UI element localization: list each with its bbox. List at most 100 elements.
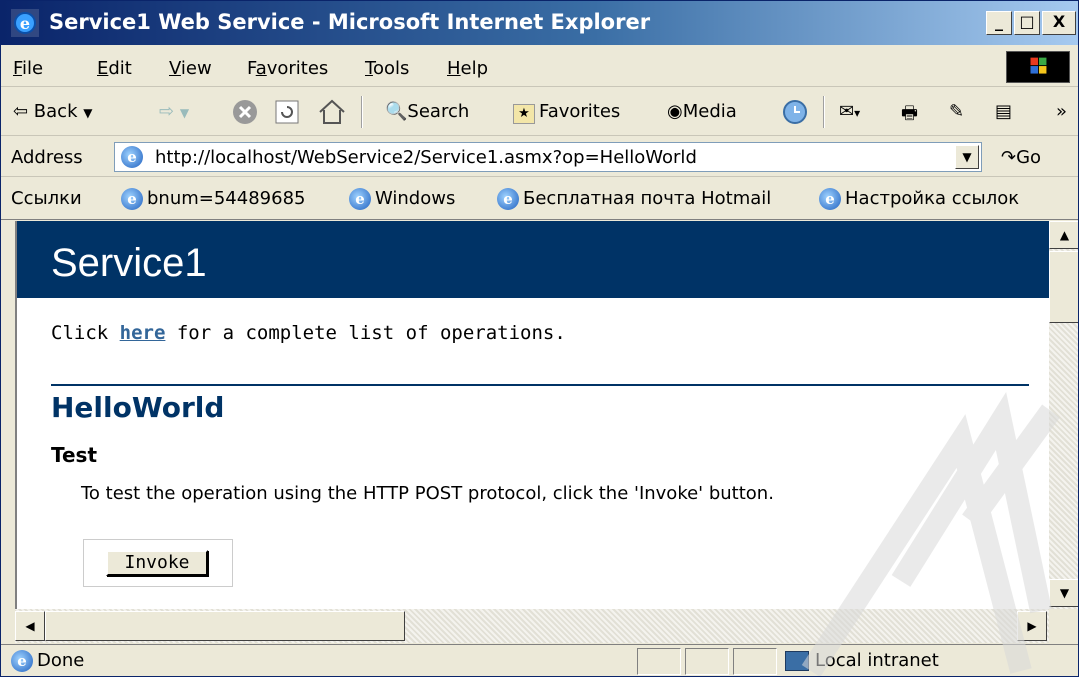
address-bar: Address e http://localhost/WebService2/S… — [1, 137, 1078, 177]
forward-arrow-icon: ⇨ — [159, 101, 175, 122]
home-icon[interactable] — [317, 98, 347, 126]
stop-icon[interactable] — [231, 98, 259, 126]
links-label: Ссылки — [11, 188, 82, 209]
discuss-icon[interactable]: ▤ — [995, 101, 1012, 122]
address-label: Address — [11, 147, 83, 168]
mail-icon: ✉ — [839, 101, 855, 122]
menu-favorites-pre: F — [247, 58, 256, 79]
title-bar[interactable]: e Service1 Web Service - Microsoft Inter… — [1, 1, 1078, 45]
ie-logo-icon: e — [11, 9, 39, 37]
horizontal-scrollbar[interactable]: ◀ ▶ — [15, 609, 1049, 643]
menu-favorites[interactable]: Favorites — [247, 58, 328, 79]
local-intranet-icon — [785, 651, 809, 671]
page-content: Service1 Click here for a complete list … — [15, 221, 1049, 609]
ie-page-icon: e — [121, 188, 143, 210]
menu-help-label: elp — [460, 58, 489, 79]
vertical-scroll-thumb[interactable] — [1049, 251, 1078, 323]
address-dropdown-icon[interactable]: ▼ — [955, 145, 979, 169]
toolbar-separator — [361, 96, 363, 128]
test-heading: Test — [51, 443, 98, 467]
link-hotmail-label: Бесплатная почта Hotmail — [523, 188, 772, 209]
status-label: Done — [37, 650, 85, 671]
address-field[interactable]: e http://localhost/WebService2/Service1.… — [114, 142, 982, 172]
invoke-form: Invoke — [83, 539, 233, 587]
go-arrow-icon: ↷ — [1001, 147, 1017, 168]
scroll-right-icon[interactable]: ▶ — [1017, 611, 1047, 641]
page-banner: Service1 — [17, 221, 1049, 298]
status-pane — [637, 648, 681, 675]
back-dropdown-icon[interactable]: ▼ — [83, 106, 92, 120]
windows-logo-icon — [1006, 51, 1070, 83]
operation-title: HelloWorld — [51, 391, 225, 424]
window-title: Service1 Web Service - Microsoft Interne… — [49, 10, 651, 34]
forward-dropdown-icon[interactable]: ▼ — [180, 106, 189, 120]
menu-edit[interactable]: Edit — [97, 58, 132, 79]
link-customize[interactable]: e Настройка ссылок — [819, 188, 1019, 210]
search-button[interactable]: 🔍Search — [385, 101, 469, 122]
operations-intro: Click here for a complete list of operat… — [51, 322, 566, 344]
go-label: Go — [1016, 147, 1042, 168]
favorites-button[interactable]: ★ Favorites — [513, 101, 620, 124]
link-hotmail[interactable]: e Бесплатная почта Hotmail — [497, 188, 771, 210]
menu-file[interactable]: File — [13, 58, 43, 79]
menu-favorites-label: vorites — [266, 58, 329, 79]
test-description: To test the operation using the HTTP POS… — [81, 483, 774, 504]
section-divider — [51, 384, 1029, 386]
menu-edit-accel: E — [97, 58, 109, 79]
menu-file-accel: F — [13, 58, 23, 79]
history-icon[interactable] — [781, 98, 809, 126]
forward-button[interactable]: ⇨ ▼ — [159, 101, 189, 122]
link-bnum[interactable]: e bnum=54489685 — [121, 188, 305, 210]
ie-page-icon: e — [349, 188, 371, 210]
menu-edit-label: dit — [108, 58, 132, 79]
intro-text-before: Click — [51, 322, 120, 344]
security-zone: Local intranet — [785, 650, 939, 671]
status-pane — [733, 648, 777, 675]
horizontal-scroll-thumb[interactable] — [45, 611, 405, 641]
menu-help[interactable]: Help — [447, 58, 488, 79]
ie-page-icon: e — [819, 188, 841, 210]
link-windows[interactable]: e Windows — [349, 188, 455, 210]
svg-text:e: e — [20, 14, 30, 33]
media-button[interactable]: ◉Media — [667, 101, 737, 122]
toolbar-separator — [823, 96, 825, 128]
maximize-button[interactable]: □ — [1014, 11, 1040, 35]
mail-button[interactable]: ✉▾ — [839, 101, 860, 122]
refresh-icon[interactable] — [273, 98, 301, 126]
vertical-scrollbar[interactable]: ▲ ▼ — [1049, 221, 1078, 609]
menu-tools-accel: T — [365, 58, 373, 79]
page-icon: e — [121, 146, 143, 168]
link-windows-label: Windows — [375, 188, 456, 209]
media-label: Media — [682, 101, 737, 122]
go-button[interactable]: ↷Go — [1001, 147, 1041, 168]
status-text: e Done — [11, 650, 84, 672]
browser-window: e Service1 Web Service - Microsoft Inter… — [0, 0, 1079, 677]
menu-favorites-accel: a — [255, 58, 267, 79]
back-label: ⇦ Back — [13, 101, 78, 122]
edit-icon[interactable]: ✎ — [949, 101, 964, 122]
scroll-left-icon[interactable]: ◀ — [15, 611, 45, 641]
scroll-up-icon[interactable]: ▲ — [1049, 221, 1078, 249]
menu-view[interactable]: View — [169, 58, 212, 79]
ie-status-icon: e — [11, 650, 33, 672]
standard-toolbar: ⇦ Back ▼ ⇨ ▼ 🔍Search ★ Favorites ◉Media ✉… — [1, 88, 1078, 136]
search-label: Search — [407, 101, 470, 122]
scroll-down-icon[interactable]: ▼ — [1049, 579, 1078, 607]
print-icon[interactable]: 🖶 — [901, 101, 918, 131]
favorites-star-icon: ★ — [513, 104, 535, 124]
link-customize-label: Настройка ссылок — [845, 188, 1020, 209]
media-icon: ◉ — [667, 101, 683, 122]
invoke-button[interactable]: Invoke — [106, 550, 208, 576]
operations-list-link[interactable]: here — [120, 322, 166, 344]
zone-label: Local intranet — [815, 650, 939, 671]
service-title: Service1 — [51, 241, 207, 285]
menu-tools[interactable]: Tools — [365, 58, 409, 79]
close-button[interactable]: X — [1042, 11, 1076, 35]
minimize-button[interactable]: _ — [986, 11, 1012, 35]
address-url[interactable]: http://localhost/WebService2/Service1.as… — [155, 147, 697, 168]
back-button[interactable]: ⇦ Back ▼ — [13, 101, 92, 122]
toolbar-more-icon[interactable]: » — [1056, 101, 1067, 122]
intro-text-after: for a complete list of operations. — [165, 322, 566, 344]
links-bar: Ссылки e bnum=54489685 e Windows e Бесплатн… — [1, 178, 1078, 220]
menu-view-accel: V — [169, 58, 181, 79]
